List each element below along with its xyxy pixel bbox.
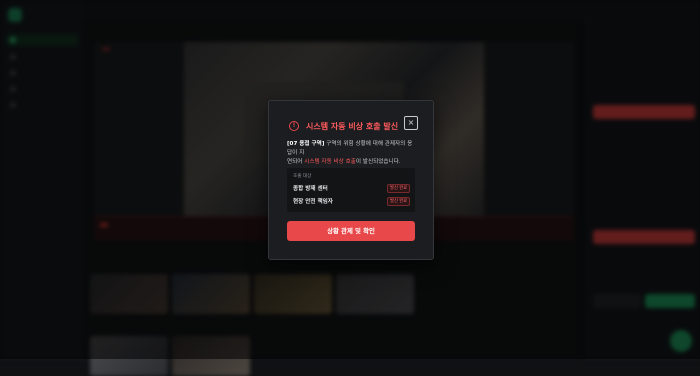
warning-icon: ! bbox=[289, 121, 299, 131]
message-text: 이 발신되었습니다. bbox=[355, 159, 401, 165]
modal-message: [07 용접 구역] 구역의 위험 상황에 대해 관제자의 응답이 지 연되어 … bbox=[287, 140, 417, 167]
contact-status-badge: 발신 완료 bbox=[387, 184, 411, 193]
confirm-button[interactable]: 상황 관제 및 확인 bbox=[287, 221, 415, 241]
contact-name: 종합 방재 센터 bbox=[293, 186, 328, 192]
close-button[interactable]: × bbox=[404, 116, 418, 130]
contact-status-badge: 발신 완료 bbox=[387, 197, 411, 206]
contacts-box: 호출 대상 종합 방재 센터 발신 완료 현장 안전 책임자 발신 완료 bbox=[287, 168, 415, 212]
zone-name: [07 용접 구역] bbox=[287, 141, 325, 147]
message-highlight: 시스템 자동 비상 호출 bbox=[304, 159, 356, 165]
contacts-label: 호출 대상 bbox=[293, 174, 312, 179]
contact-name: 현장 안전 책임자 bbox=[293, 199, 333, 205]
emergency-call-modal: ! 시스템 자동 비상 호출 발신 × [07 용접 구역] 구역의 위험 상황… bbox=[268, 100, 434, 260]
modal-title: 시스템 자동 비상 호출 발신 bbox=[306, 122, 399, 131]
message-text: 연되어 bbox=[287, 159, 305, 165]
